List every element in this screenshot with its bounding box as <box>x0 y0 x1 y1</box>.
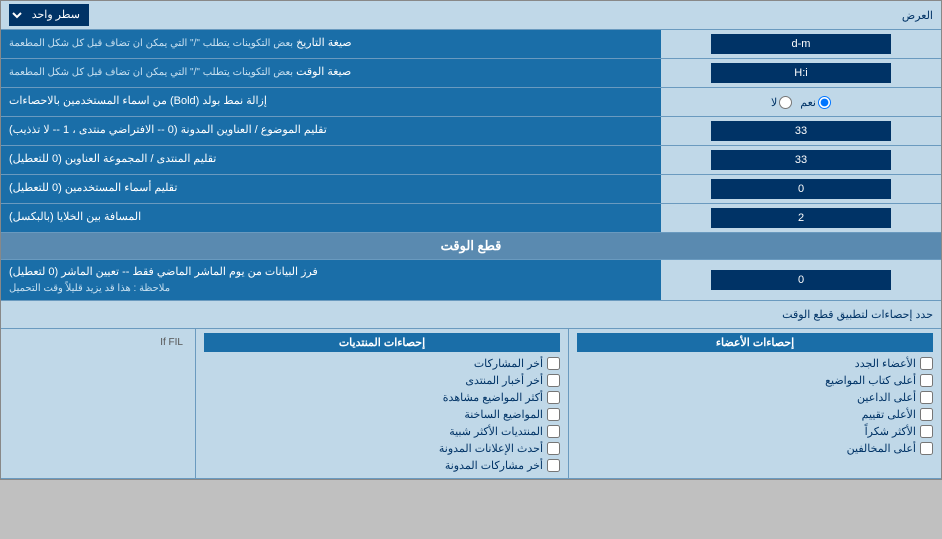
topics-titles-row: تقليم الموضوع / العناوين المدونة (0 -- ا… <box>1 117 941 146</box>
checkbox-most-viewed[interactable] <box>547 391 560 404</box>
bold-radio-no-input[interactable] <box>779 96 792 109</box>
stats-item-forum-news: أخر أخبار المنتدى <box>204 372 560 389</box>
stats-item-most-viewed: أكثر المواضيع مشاهدة <box>204 389 560 406</box>
checkbox-top-rated[interactable] <box>920 408 933 421</box>
stats-item-top-inviters: أعلى الداعين <box>577 389 933 406</box>
checkbox-blog-posts[interactable] <box>547 459 560 472</box>
cells-space-input[interactable] <box>711 208 891 228</box>
checkbox-forum-news[interactable] <box>547 374 560 387</box>
time-cut-input[interactable] <box>711 270 891 290</box>
checkbox-last-posts[interactable] <box>547 357 560 370</box>
stats-item-latest-ads: أحدث الإعلانات المدونة <box>204 440 560 457</box>
stats-section: إحصاءات الأعضاء الأعضاء الجدد أعلى كتاب … <box>1 329 941 479</box>
date-format-label: صيغة التاريخ بعض التكوينات يتطلب "/" الت… <box>1 30 661 58</box>
cells-space-input-area <box>661 204 941 232</box>
bold-radio-yes-input[interactable] <box>818 96 831 109</box>
checkbox-similar-forums[interactable] <box>547 425 560 438</box>
checkbox-hot-topics[interactable] <box>547 408 560 421</box>
stats-col-forums-header: إحصاءات المنتديات <box>204 333 560 352</box>
stats-col-members: إحصاءات الأعضاء الأعضاء الجدد أعلى كتاب … <box>569 329 941 478</box>
header-row: العرض سطر واحد سطران ثلاثة أسطر <box>1 1 941 30</box>
stats-item-similar-forums: المنتديات الأكثر شبية <box>204 423 560 440</box>
checkbox-top-writers[interactable] <box>920 374 933 387</box>
stats-item-blog-posts: أخر مشاركات المدونة <box>204 457 560 474</box>
usernames-trim-input[interactable] <box>711 179 891 199</box>
bold-remove-row: نعم لا إزالة نمط بولد (Bold) من اسماء ال… <box>1 88 941 117</box>
header-select-area: سطر واحد سطران ثلاثة أسطر <box>9 4 89 26</box>
if-fil-text: If FIL <box>9 333 187 352</box>
topics-titles-label: تقليم الموضوع / العناوين المدونة (0 -- ا… <box>1 117 661 145</box>
time-cut-section-header: قطع الوقت <box>1 233 941 260</box>
time-format-input-area <box>661 59 941 87</box>
display-select[interactable]: سطر واحد سطران ثلاثة أسطر <box>9 4 89 26</box>
forum-titles-input-area <box>661 146 941 174</box>
stats-item-top-violators: أعلى المخالفين <box>577 440 933 457</box>
cells-space-row: المسافة بين الخلايا (بالبكسل) <box>1 204 941 233</box>
time-format-input[interactable] <box>711 63 891 83</box>
usernames-trim-row: تقليم أسماء المستخدمين (0 للتعطيل) <box>1 175 941 204</box>
checkbox-top-violators[interactable] <box>920 442 933 455</box>
bold-radio-yes[interactable]: نعم <box>800 96 831 109</box>
bold-radio-no[interactable]: لا <box>771 96 792 109</box>
bold-remove-label: إزالة نمط بولد (Bold) من اسماء المستخدمي… <box>1 88 661 116</box>
checkbox-latest-ads[interactable] <box>547 442 560 455</box>
stats-item-top-writers: أعلى كتاب المواضيع <box>577 372 933 389</box>
header-label: العرض <box>89 9 933 22</box>
usernames-trim-label: تقليم أسماء المستخدمين (0 للتعطيل) <box>1 175 661 203</box>
topics-titles-input-area <box>661 117 941 145</box>
time-cut-row: فرز البيانات من يوم الماشر الماضي فقط --… <box>1 260 941 301</box>
stats-col-right: If FIL <box>1 329 196 478</box>
checkbox-new-members[interactable] <box>920 357 933 370</box>
date-format-input-area <box>661 30 941 58</box>
main-container: العرض سطر واحد سطران ثلاثة أسطر صيغة الت… <box>0 0 942 480</box>
forum-titles-label: تقليم المنتدى / المجموعة العناوين (0 للت… <box>1 146 661 174</box>
date-format-input[interactable] <box>711 34 891 54</box>
time-format-row: صيغة الوقت بعض التكوينات يتطلب "/" التي … <box>1 59 941 88</box>
bold-remove-radio-area: نعم لا <box>661 88 941 116</box>
stats-item-top-rated: الأعلى تقييم <box>577 406 933 423</box>
time-cut-input-area <box>661 260 941 300</box>
time-cut-label: فرز البيانات من يوم الماشر الماضي فقط --… <box>1 260 661 300</box>
checkbox-top-inviters[interactable] <box>920 391 933 404</box>
usernames-trim-input-area <box>661 175 941 203</box>
stats-item-hot-topics: المواضيع الساخنة <box>204 406 560 423</box>
date-format-row: صيغة التاريخ بعض التكوينات يتطلب "/" الت… <box>1 30 941 59</box>
stats-item-new-members: الأعضاء الجدد <box>577 355 933 372</box>
cells-space-label: المسافة بين الخلايا (بالبكسل) <box>1 204 661 232</box>
stats-item-most-thanked: الأكثر شكراً <box>577 423 933 440</box>
forum-titles-input[interactable] <box>711 150 891 170</box>
bold-radio-group: نعم لا <box>771 96 831 109</box>
stats-limit-label: حدد إحصاءات لتطبيق قطع الوقت <box>9 308 933 321</box>
stats-col-members-header: إحصاءات الأعضاء <box>577 333 933 352</box>
time-format-label: صيغة الوقت بعض التكوينات يتطلب "/" التي … <box>1 59 661 87</box>
forum-titles-row: تقليم المنتدى / المجموعة العناوين (0 للت… <box>1 146 941 175</box>
stats-limit-row: حدد إحصاءات لتطبيق قطع الوقت <box>1 301 941 329</box>
checkbox-most-thanked[interactable] <box>920 425 933 438</box>
stats-col-forums: إحصاءات المنتديات أخر المشاركات أخر أخبا… <box>196 329 569 478</box>
topics-titles-input[interactable] <box>711 121 891 141</box>
stats-item-last-posts: أخر المشاركات <box>204 355 560 372</box>
